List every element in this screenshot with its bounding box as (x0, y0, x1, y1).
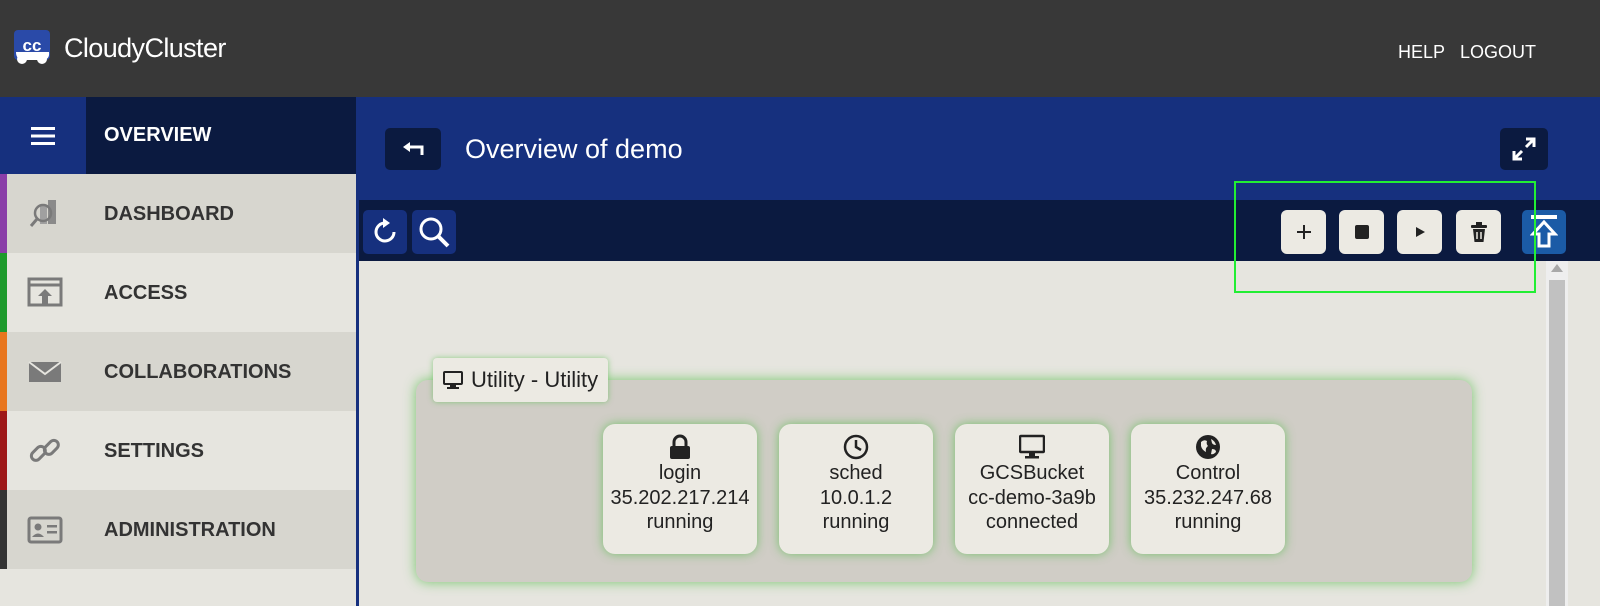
top-nav: HELP LOGOUT (1398, 42, 1536, 63)
link-icon (29, 438, 60, 462)
node-status: running (646, 511, 714, 533)
sidebar-item-dashboard[interactable]: DASHBOARD (0, 174, 357, 253)
toolbar (359, 200, 1600, 261)
clock-icon (843, 434, 869, 460)
help-link[interactable]: HELP (1398, 42, 1445, 63)
stop-button[interactable] (1339, 210, 1384, 254)
page-title: Overview of demo (465, 134, 683, 164)
stop-icon (1354, 225, 1369, 239)
node-name: Control (1175, 462, 1241, 484)
group-label-text: Utility - Utility (471, 367, 599, 392)
node-address: 35.232.247.68 (1144, 486, 1272, 509)
back-button[interactable] (385, 128, 441, 170)
trash-icon (1470, 222, 1487, 242)
scrollbar-thumb[interactable] (1549, 280, 1565, 606)
delete-button[interactable] (1456, 210, 1501, 254)
sidebar-item-accent (0, 174, 7, 253)
play-icon (1415, 227, 1425, 237)
sidebar-item-accent (0, 411, 7, 490)
sidebar-item-administration[interactable]: ADMINISTRATION (0, 490, 357, 569)
sidebar-item-collaborations[interactable]: COLLABORATIONS (0, 332, 357, 411)
node-status: connected (985, 511, 1079, 533)
dashboard-icon (29, 200, 56, 227)
upload-icon (1530, 215, 1558, 248)
svg-text:cc: cc (23, 36, 42, 55)
node-card[interactable]: sched 10.0.1.2 running (779, 424, 933, 554)
sidebar-item-accent (0, 490, 7, 569)
node-card[interactable]: Control 35.232.247.68 running (1131, 424, 1285, 554)
node-card[interactable]: login 35.202.217.214 running (603, 424, 757, 554)
node-name: login (658, 462, 702, 484)
sidebar-header: OVERVIEW (0, 97, 357, 174)
node-name: sched (829, 462, 883, 484)
menu-toggle-button[interactable] (0, 97, 86, 174)
sidebar-item-accent (0, 253, 7, 332)
sidebar-item-label: COLLABORATIONS (104, 361, 292, 383)
id-card-icon (27, 516, 63, 544)
group-label[interactable]: Utility - Utility (433, 358, 609, 402)
monitor-icon (443, 371, 463, 389)
refresh-icon (374, 218, 396, 243)
search-icon (419, 217, 450, 248)
globe-icon (1196, 435, 1220, 459)
node-card[interactable]: GCSBucket cc-demo-3a9b connected (955, 424, 1109, 554)
scroll-up-arrow-icon[interactable] (1551, 264, 1563, 272)
search-button[interactable] (412, 210, 456, 254)
node-address: 10.0.1.2 (819, 486, 893, 509)
logout-link[interactable]: LOGOUT (1460, 42, 1536, 63)
node-name: GCSBucket (979, 462, 1085, 484)
node-address: 35.202.217.214 (610, 486, 750, 509)
sidebar-item-settings[interactable]: SETTINGS (0, 411, 357, 490)
sidebar: OVERVIEW DASHBOARD ACCESS COLLABORATIONS (0, 97, 357, 606)
sidebar-item-access[interactable]: ACCESS (0, 253, 357, 332)
envelope-icon (28, 361, 62, 382)
hamburger-icon (31, 126, 55, 145)
lock-icon (670, 434, 690, 459)
cloudycluster-logo-icon: cc (14, 30, 50, 64)
main-header: Overview of demo (359, 97, 1600, 200)
sidebar-item-label: SETTINGS (104, 440, 205, 462)
sidebar-item-accent (0, 332, 7, 411)
upload-button[interactable] (1522, 210, 1566, 254)
node-status: running (1174, 511, 1242, 533)
sidebar-item-label: ACCESS (104, 282, 188, 304)
refresh-button[interactable] (363, 210, 407, 254)
sidebar-item-label: DASHBOARD (104, 203, 234, 225)
return-arrow-icon (403, 142, 424, 155)
monitor-icon (1019, 434, 1045, 459)
node-status: running (822, 511, 890, 533)
fullscreen-button[interactable] (1500, 128, 1548, 170)
sidebar-title: OVERVIEW (104, 124, 212, 146)
expand-icon (1512, 137, 1536, 161)
add-button[interactable] (1281, 210, 1326, 254)
node-group (416, 380, 1472, 582)
top-bar: cc CloudyCluster HELP LOGOUT (0, 0, 1600, 97)
node-address: cc-demo-3a9b (968, 486, 1096, 509)
start-button[interactable] (1397, 210, 1442, 254)
brand-name: CloudyCluster (64, 33, 226, 63)
sidebar-item-label: ADMINISTRATION (104, 519, 276, 541)
access-icon (27, 277, 63, 307)
plus-icon (1296, 225, 1311, 239)
